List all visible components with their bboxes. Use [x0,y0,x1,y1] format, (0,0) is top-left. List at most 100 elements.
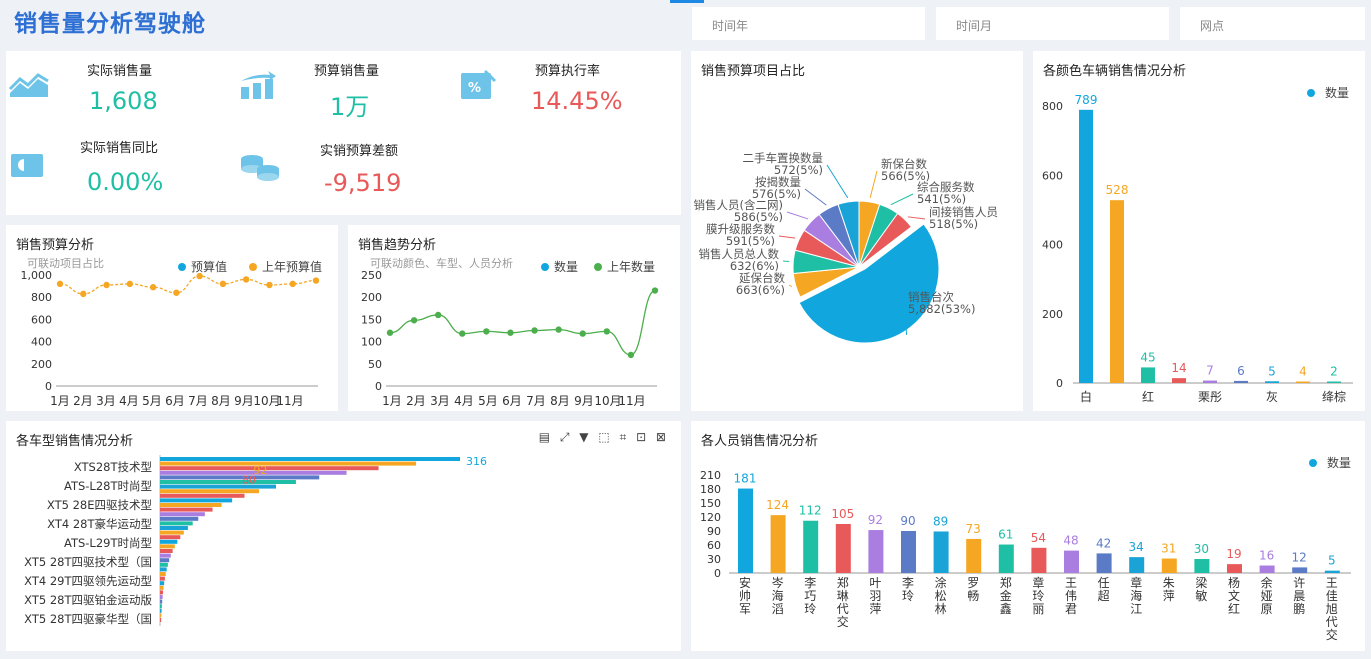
wallet-icon [11,154,43,177]
data-point [289,280,296,288]
model-bar [160,498,233,503]
bar-value-label: 19 [1226,547,1241,561]
data-point [196,272,203,280]
color-sales-bar-chart[interactable]: 数量 0 200 400 600 800 789 白 528 45 红 14 7 栗彤 6 5 灰 4 2 绛棕 [1033,51,1365,411]
model-bar [160,516,199,521]
y-tick-label: 210 [700,469,721,482]
x-tick-char: 海 [1130,588,1142,603]
x-tick-label: 朱萍 [1163,576,1175,603]
x-tick-label: 郑金鑫 [1000,575,1012,616]
x-tick-label: 2月 [406,394,426,408]
data-point [103,281,110,289]
kpi-yoy-value: 0.00% [87,168,164,196]
filter-year[interactable]: 时间年 [692,7,925,40]
budget-line-chart[interactable]: 预算值 上年预算值 0 200 400 600 800 1,000 1月 2月 3月 4月 5月 6月 7月… [6,225,338,411]
person-bar [933,531,949,573]
bar-value-label: 316 [466,455,487,468]
trend-line-chart[interactable]: 数量 上年数量 0 50 100 150 200 250 1月 2月 3月 4月 5月 6月 7月 8月 9月 1… [348,225,680,411]
x-tick-char: 代 [1326,615,1338,629]
x-tick-label: 绛棕 [1322,389,1346,404]
person-bar [1096,553,1112,573]
pie-slice-value: 586(5%) [734,210,783,224]
data-point [483,328,490,335]
person-sales-bar-chart[interactable]: 数量0306090120150180210 181安帅军124岑海滔112李巧玲1… [691,421,1365,651]
budget-items-pie-chart[interactable]: 新保台数566(5%)综合服务数541(5%)间接销售人员518(5%)销售台次… [691,51,1023,411]
model-bar [160,461,417,466]
kpi-actual-sales-value: 1,608 [89,87,158,115]
model-bar [160,493,245,498]
color-bar [1327,381,1341,383]
color-bar [1203,380,1217,383]
kpi-yoy-label: 实际销售同比 [80,141,159,156]
x-tick-char: 金 [1000,588,1012,603]
x-tick-label: 罗畅 [967,576,979,603]
x-tick-char: 梁 [1195,575,1207,590]
y-tick-label: 0 [45,380,52,393]
kpi-actual-sales-label: 实际销售量 [87,64,153,79]
filter-outlet-placeholder: 网点 [1200,19,1225,33]
bar-value-label: 7 [1206,364,1214,378]
kpi-budget-sales-label: 预算销售量 [314,64,380,79]
y-tick-label: 30 [707,553,721,566]
x-tick-char: 余 [1261,575,1273,590]
person-bar [835,524,851,573]
x-tick-char: 交 [837,614,849,629]
person-bar [1194,559,1210,573]
pie-slice-value: 5,882(53%) [908,302,975,316]
kpi-panel: 实际销售量 1,608 预算销售量 1万 % 预算执行率 14.45% 实际销售… [6,51,681,215]
y-tick-label: 600 [1042,169,1063,182]
x-tick-label: 7月 [526,394,546,408]
model-sales-bar-chart[interactable]: XTS28T技术型 ATS-L28T时尚型 XT5 28E四驱技术型 XT4 28T豪… [6,421,681,651]
x-tick-label: 2月 [73,394,93,408]
legend-dot [541,263,549,271]
x-tick-char: 王 [1326,576,1338,590]
bar-value-label: 105 [831,507,854,521]
data-point [651,287,659,294]
filter-outlet[interactable]: 网点 [1180,7,1365,40]
y-tick-label: 150 [700,497,721,510]
data-point [126,280,134,288]
model-bar [160,507,213,512]
x-tick-char: 文 [1228,588,1240,603]
pie-slice-value: 541(5%) [917,192,966,206]
pie-leader-line [890,193,914,206]
legend-label: 预算值 [191,259,227,274]
person-bar [998,544,1014,573]
data-point [56,280,64,288]
x-tick-label: 11月 [276,394,303,408]
x-tick-char: 鹏 [1293,602,1305,616]
data-point [507,329,514,336]
model-bar [160,484,277,489]
bar-value-label: 80 [242,473,256,486]
x-tick-label: 7月 [188,394,208,408]
person-bar [1064,550,1079,573]
legend-dot [594,263,602,271]
line-chart-icon [8,73,49,97]
bar-value-label: 124 [766,498,789,512]
kpi-exec-rate-label: 预算执行率 [535,64,601,79]
model-bar [160,608,162,613]
x-tick-label: 章玲丽 [1032,575,1044,616]
person-bar [1161,558,1177,573]
y-category-label: XT5 28T四驱技术型（国 [24,555,152,569]
data-point [459,330,466,337]
filter-month-placeholder: 时间月 [956,19,993,33]
page-title: 销售量分析驾驶舱 [14,11,206,37]
x-tick-char: 鑫 [1000,601,1012,616]
budget-analysis-panel: 销售预算分析 可联动项目占比 预算值 上年预算值 0 200 400 600 800 1,00… [6,225,338,411]
model-sales-panel: 各车型销售情况分析 ▤ ⤢ ▼ ⬚ ⌗ ⊡ ⊠ XTS28T技术型 ATS-L28… [6,421,681,651]
x-tick-char: 叶 [869,576,881,590]
model-bar [160,576,165,581]
model-bar [160,457,460,461]
bar-value-label: 92 [868,513,883,527]
x-tick-label: 灰 [1266,390,1278,404]
color-bar [1296,381,1310,383]
legend-dot [249,263,257,271]
bar-value-label: 14 [1171,361,1186,375]
model-bar [160,489,260,494]
x-tick-char: 萍 [869,602,881,616]
legend-label: 上年预算值 [262,259,322,274]
y-tick-label: 800 [1042,100,1063,113]
bar-value-label: 45 [1140,350,1155,364]
filter-month[interactable]: 时间月 [936,7,1169,40]
